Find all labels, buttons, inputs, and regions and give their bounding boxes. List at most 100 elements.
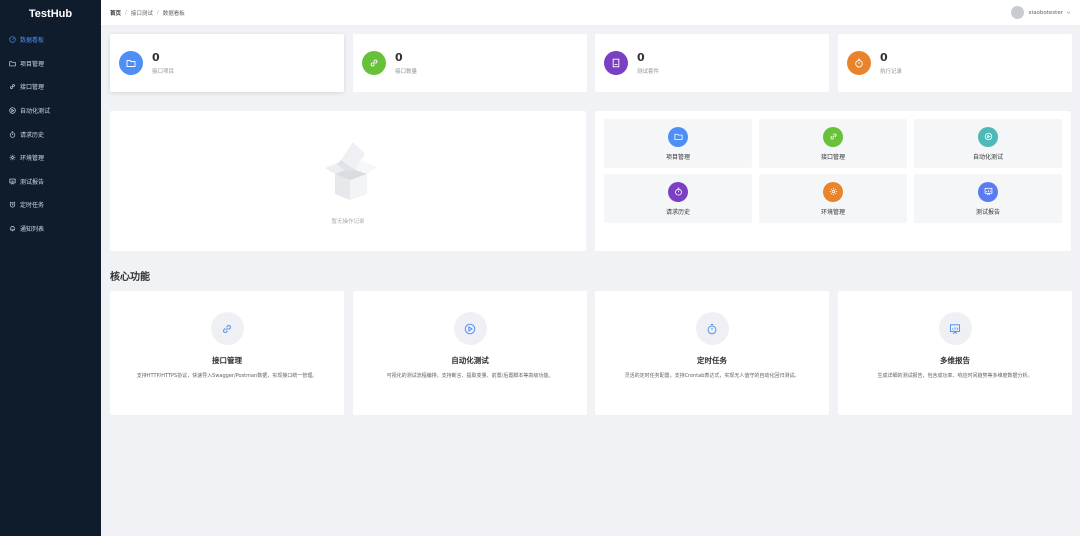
feature-card-automation: 自动化测试 可视化的测试流程编排，支持断言、提取变量、前置/后置脚本等高级功能。 bbox=[353, 291, 587, 415]
play-circle-icon bbox=[464, 323, 476, 334]
chevron-down-icon[interactable] bbox=[1066, 10, 1071, 15]
sidebar-item-apis[interactable]: 接口管理 bbox=[0, 75, 101, 99]
quick-item-automation[interactable]: 自动化测试 bbox=[914, 119, 1062, 168]
feature-icon-circle bbox=[938, 312, 972, 345]
document-icon bbox=[612, 58, 620, 68]
breadcrumb: 首页 / 接口测试 / 数据看板 bbox=[110, 9, 185, 17]
breadcrumb-section[interactable]: 接口测试 bbox=[131, 9, 153, 17]
quick-label: 项目管理 bbox=[665, 153, 690, 161]
feature-description: 灵活的定时任务配置，支持Crontab表达式，实现无人值守的自动化回归测试。 bbox=[624, 373, 800, 379]
stat-icon-circle bbox=[847, 51, 871, 75]
folder-icon bbox=[9, 61, 16, 67]
username[interactable]: xiaobotester bbox=[1028, 10, 1063, 16]
quick-item-history[interactable]: 请求历史 bbox=[604, 174, 752, 223]
play-circle-icon bbox=[984, 132, 992, 141]
quick-icon-circle bbox=[978, 181, 998, 202]
link-icon bbox=[370, 59, 378, 67]
sidebar-item-environments[interactable]: 环境管理 bbox=[0, 146, 101, 170]
feature-icon-circle bbox=[210, 312, 244, 345]
feature-card-scheduled-tasks: 定时任务 灵活的定时任务配置，支持Crontab表达式，实现无人值守的自动化回归… bbox=[595, 291, 829, 415]
breadcrumb-current: 数据看板 bbox=[162, 10, 185, 17]
app-logo: TestHub bbox=[28, 8, 73, 20]
bell-icon bbox=[10, 226, 15, 232]
stat-value: 0 bbox=[395, 50, 403, 64]
feature-description: 生成详细的测试报告，包含成功率、响应时间趋势等多维度数据分析。 bbox=[877, 373, 1033, 379]
stat-icon-circle bbox=[362, 51, 386, 75]
avatar[interactable] bbox=[1011, 6, 1025, 19]
sidebar-item-reports[interactable]: 测试报告 bbox=[0, 170, 101, 194]
sidebar-item-history[interactable]: 请求历史 bbox=[0, 122, 101, 146]
quick-item-apis[interactable]: 接口管理 bbox=[759, 119, 907, 168]
quick-access-panel: 项目管理 接口管理 自动化测试 请求历史 环境管理 测试报告 bbox=[595, 111, 1071, 251]
report-icon bbox=[9, 178, 16, 185]
feature-icon-circle bbox=[695, 312, 729, 345]
stat-label: 执行记录 bbox=[880, 68, 903, 75]
sidebar-item-label: 环境管理 bbox=[20, 155, 45, 163]
stat-icon-circle bbox=[604, 51, 628, 75]
stat-card-apis: 0 接口数量 bbox=[353, 34, 587, 92]
quick-label: 请求历史 bbox=[665, 208, 690, 216]
stat-label: 接口项目 bbox=[152, 68, 175, 75]
play-circle-icon bbox=[9, 107, 16, 114]
folder-icon bbox=[673, 133, 683, 141]
link-icon bbox=[829, 133, 837, 140]
feature-card-api-management: 接口管理 支持HTTP/HTTPS协议，快速导入Swagger/Postman数… bbox=[110, 291, 344, 415]
dashboard-icon bbox=[9, 36, 16, 43]
feature-description: 支持HTTP/HTTPS协议，快速导入Swagger/Postman数据，实现接… bbox=[136, 373, 318, 379]
quick-label: 自动化测试 bbox=[972, 153, 1003, 161]
breadcrumb-home[interactable]: 首页 bbox=[110, 9, 121, 17]
feature-title: 多维报告 bbox=[940, 356, 970, 365]
feature-title: 定时任务 bbox=[697, 356, 727, 365]
folder-icon bbox=[126, 60, 136, 67]
sidebar-item-label: 接口管理 bbox=[20, 84, 45, 92]
quick-label: 接口管理 bbox=[820, 153, 845, 161]
sidebar-item-label: 通知列表 bbox=[20, 226, 45, 234]
quick-icon-circle bbox=[823, 126, 843, 147]
quick-item-environments[interactable]: 环境管理 bbox=[759, 174, 907, 223]
sidebar-item-label: 自动化测试 bbox=[20, 108, 51, 116]
quick-icon-circle bbox=[978, 126, 998, 147]
section-title: 核心功能 bbox=[110, 272, 150, 283]
quick-item-projects[interactable]: 项目管理 bbox=[604, 119, 752, 168]
gear-icon bbox=[829, 187, 837, 196]
stat-value: 0 bbox=[637, 50, 645, 64]
quick-label: 测试报告 bbox=[975, 208, 1000, 216]
stat-icon-circle bbox=[119, 51, 143, 75]
feature-icon-circle bbox=[453, 312, 487, 345]
stat-value: 0 bbox=[880, 50, 888, 64]
empty-state-text: 暂无操作记录 bbox=[331, 219, 365, 225]
quick-icon-circle bbox=[823, 181, 843, 202]
stopwatch-icon bbox=[855, 58, 863, 68]
quick-icon-circle bbox=[668, 181, 688, 202]
stat-card-projects: 0 接口项目 bbox=[110, 34, 344, 92]
top-header: 首页 / 接口测试 / 数据看板 xiaobotester bbox=[101, 0, 1080, 26]
sidebar-item-label: 测试报告 bbox=[20, 178, 45, 186]
breadcrumb-separator: / bbox=[125, 9, 127, 16]
stat-value: 0 bbox=[152, 50, 160, 64]
sidebar-item-label: 数据看板 bbox=[20, 37, 45, 45]
stat-card-suites: 0 测试套件 bbox=[595, 34, 829, 92]
sidebar-item-automation[interactable]: 自动化测试 bbox=[0, 99, 101, 123]
link-icon bbox=[10, 84, 15, 90]
empty-box-illustration bbox=[325, 142, 377, 200]
alarm-icon bbox=[9, 202, 16, 208]
sidebar-item-projects[interactable]: 项目管理 bbox=[0, 52, 101, 76]
report-icon bbox=[949, 323, 961, 334]
stopwatch-icon bbox=[9, 131, 16, 138]
feature-card-reports: 多维报告 生成详细的测试报告，包含成功率、响应时间趋势等多维度数据分析。 bbox=[838, 291, 1072, 415]
user-menu[interactable]: xiaobotester bbox=[1011, 6, 1071, 19]
sidebar-item-dashboard[interactable]: 数据看板 bbox=[0, 28, 101, 52]
sidebar-item-label: 项目管理 bbox=[20, 60, 45, 68]
activity-panel: 暂无操作记录 bbox=[110, 111, 586, 251]
sidebar-item-label: 请求历史 bbox=[20, 131, 45, 139]
feature-title: 自动化测试 bbox=[451, 356, 489, 365]
gear-icon bbox=[9, 154, 16, 161]
sidebar-item-schedules[interactable]: 定时任务 bbox=[0, 193, 101, 217]
breadcrumb-separator: / bbox=[156, 9, 159, 16]
sidebar-item-notifications[interactable]: 通知列表 bbox=[0, 217, 101, 241]
stopwatch-icon bbox=[674, 187, 682, 196]
stat-label: 测试套件 bbox=[637, 68, 660, 75]
report-icon bbox=[984, 187, 992, 196]
sidebar: TestHub 数据看板 项目管理 接口管理 自动化测试 请求历史 环境管理 测… bbox=[0, 0, 101, 536]
quick-item-reports[interactable]: 测试报告 bbox=[914, 174, 1062, 223]
